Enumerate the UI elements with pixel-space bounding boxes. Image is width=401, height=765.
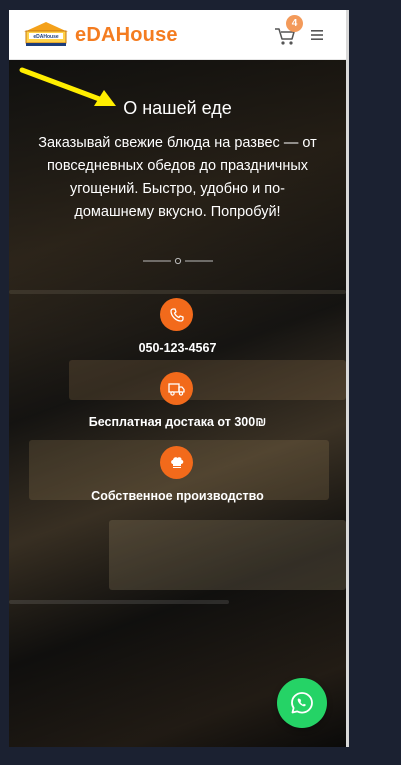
cart-count-badge: 4 — [286, 15, 303, 32]
chef-hat-icon — [160, 446, 193, 479]
feature-production-label: Собственное производство — [91, 489, 264, 503]
feature-delivery-label: Бесплатная достака от 300₪ — [88, 415, 267, 429]
whatsapp-button[interactable] — [277, 678, 327, 728]
feature-phone-label[interactable]: 050-123-4567 — [9, 341, 346, 355]
logo[interactable]: eDAHouse — [21, 20, 71, 48]
about-hero: О нашей еде Заказывай свежие блюда на ра… — [9, 60, 346, 747]
background-tray — [69, 360, 346, 400]
truck-icon — [160, 372, 193, 405]
svg-text:eDAHouse: eDAHouse — [33, 34, 59, 40]
phone-icon[interactable] — [160, 298, 193, 331]
background-shelf — [9, 290, 346, 294]
hero-description: Заказывай свежие блюда на развес — от по… — [38, 135, 317, 220]
scrollbar[interactable] — [346, 10, 349, 747]
background-shelf — [9, 600, 229, 604]
whatsapp-icon — [291, 692, 313, 714]
site-header: eDAHouse eDAHouse 4 — [9, 10, 346, 60]
menu-icon[interactable] — [309, 27, 325, 43]
background-tray — [109, 520, 346, 590]
brand-name[interactable]: eDAHouse — [75, 24, 178, 47]
section-divider — [143, 257, 213, 265]
app-frame: eDAHouse eDAHouse 4 О нашей еде Заказыва… — [9, 10, 346, 747]
annotation-arrow-icon — [19, 67, 116, 106]
